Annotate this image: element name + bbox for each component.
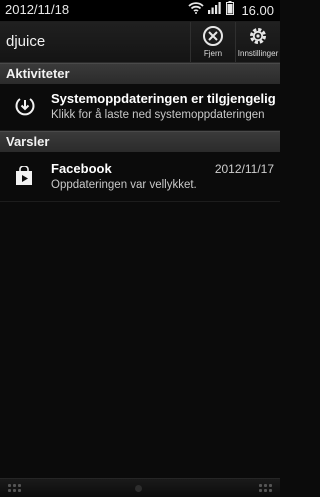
settings-label: Innstillinger	[237, 49, 279, 58]
notification-title: Systemoppdateringen er tilgjengelig	[51, 91, 276, 106]
section-header-activities: Aktiviteter	[0, 63, 280, 85]
notification-item-facebook[interactable]: Facebook 2012/11/17 Oppdateringen var ve…	[0, 152, 280, 202]
notification-subtitle: Oppdateringen var vellykket.	[51, 179, 197, 191]
status-time: 16.00	[241, 2, 274, 18]
grip-right-icon	[259, 484, 272, 492]
status-date: 2012/11/18	[5, 2, 70, 17]
carrier-name: djuice	[6, 33, 46, 50]
notification-item-system-update[interactable]: Systemoppdateringen er tilgjengelig Klik…	[0, 84, 280, 131]
close-circle-icon	[203, 26, 223, 46]
status-icons: 16.00	[188, 0, 274, 20]
section-header-notices: Varsler	[0, 131, 280, 153]
drag-handle[interactable]	[135, 485, 142, 492]
download-icon	[14, 95, 36, 122]
signal-icon	[208, 1, 222, 19]
notification-header: djuice Fjern Innstillinger	[0, 22, 280, 63]
battery-icon	[226, 0, 235, 20]
store-icon	[14, 165, 34, 191]
status-bar: 2012/11/18 16.00	[0, 0, 280, 22]
section-title: Aktiviteter	[6, 66, 70, 81]
notification-title: Facebook	[51, 161, 112, 176]
clear-button[interactable]: Fjern	[190, 22, 235, 62]
bottom-drag-bar[interactable]	[0, 478, 280, 497]
notification-subtitle: Klikk for å laste ned systemoppdateringe…	[51, 109, 265, 121]
wifi-icon	[188, 1, 205, 19]
section-title: Varsler	[6, 134, 50, 149]
grip-left-icon	[8, 484, 21, 492]
gear-icon	[250, 28, 266, 44]
settings-button[interactable]: Innstillinger	[235, 22, 280, 62]
notification-date: 2012/11/17	[214, 162, 274, 176]
clear-label: Fjern	[203, 49, 223, 58]
